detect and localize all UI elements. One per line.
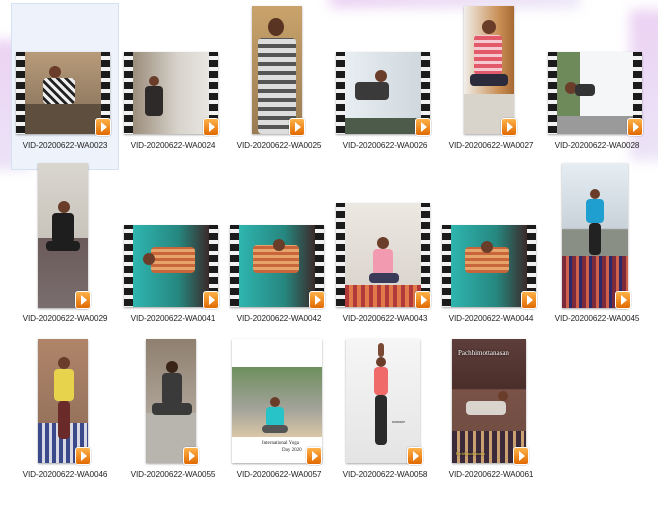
file-name-label: VID-20200622-WA0028: [554, 141, 640, 150]
video-thumbnail: [38, 163, 88, 308]
film-strip-left: [124, 225, 133, 307]
play-icon: [203, 291, 219, 309]
file-name-label: VID-20200622-WA0055: [130, 470, 216, 479]
play-icon: [627, 118, 643, 136]
film-strip-left: [230, 225, 239, 307]
video-thumbnail: Pachhimottanasan Pachhimottanasan: [452, 339, 526, 463]
file-item-wa0026[interactable]: VID-20200622-WA0026: [332, 4, 438, 169]
file-name-label: VID-20200622-WA0044: [448, 314, 534, 323]
play-icon: [203, 118, 219, 136]
file-item-wa0025[interactable]: VID-20200622-WA0025: [226, 4, 332, 169]
video-frame: [464, 6, 514, 134]
file-name-label: VID-20200622-WA0058: [342, 470, 428, 479]
play-icon: [75, 291, 91, 309]
thumb-caption-2: Day 2020: [282, 448, 302, 453]
play-icon: [75, 447, 91, 465]
film-strip-left: [16, 52, 25, 134]
video-thumbnail: International Yoga Day 2020: [232, 339, 322, 463]
file-item-wa0042[interactable]: VID-20200622-WA0042: [226, 177, 332, 342]
file-name-label: VID-20200622-WA0043: [342, 314, 428, 323]
file-name-label: VID-20200622-WA0026: [342, 141, 428, 150]
file-name-label: VID-20200622-WA0045: [554, 314, 640, 323]
video-frame: International Yoga Day 2020: [232, 339, 322, 463]
play-icon: [306, 447, 322, 465]
file-name-label: VID-20200622-WA0046: [22, 470, 108, 479]
file-item-wa0061[interactable]: Pachhimottanasan Pachhimottanasan VID-20…: [438, 333, 544, 498]
video-thumbnail: [146, 339, 196, 463]
video-frame: [25, 52, 101, 134]
file-item-wa0029[interactable]: VID-20200622-WA0029: [12, 163, 118, 342]
file-item-wa0055[interactable]: VID-20200622-WA0055: [120, 333, 226, 498]
play-icon: [183, 447, 199, 465]
file-item-wa0024[interactable]: VID-20200622-WA0024: [120, 4, 226, 169]
file-name-label: VID-20200622-WA0029: [22, 314, 108, 323]
play-icon: [309, 291, 325, 309]
thumb-footer-pachhimottanasan: Pachhimottanasan: [456, 451, 486, 456]
file-name-label: VID-20200622-WA0024: [130, 141, 216, 150]
thumb-title-pachhimottanasan: Pachhimottanasan: [458, 349, 509, 357]
file-name-label: VID-20200622-WA0057: [236, 470, 322, 479]
video-frame: [146, 339, 196, 463]
video-thumbnail: [38, 339, 88, 463]
play-icon: [95, 118, 111, 136]
file-item-wa0045[interactable]: VID-20200622-WA0045: [544, 163, 650, 342]
thumb-caption-namaste: namaste: [392, 419, 406, 424]
video-thumbnail: namaste: [346, 339, 420, 463]
thumb-caption-1: International Yoga: [262, 441, 299, 446]
file-item-wa0046[interactable]: VID-20200622-WA0046: [12, 333, 118, 498]
file-name-label: VID-20200622-WA0025: [236, 141, 322, 150]
video-frame: [562, 163, 628, 308]
film-strip-left: [336, 203, 345, 307]
file-item-wa0027[interactable]: VID-20200622-WA0027: [438, 4, 544, 169]
play-icon: [415, 291, 431, 309]
video-frame: [557, 52, 633, 134]
file-item-wa0058[interactable]: namaste VID-20200622-WA0058: [332, 333, 438, 498]
video-frame: [38, 163, 88, 308]
play-icon: [521, 291, 537, 309]
video-frame: [345, 52, 421, 134]
play-icon: [289, 118, 305, 136]
film-strip-left: [336, 52, 345, 134]
file-item-wa0057[interactable]: International Yoga Day 2020 VID-20200622…: [226, 333, 332, 498]
video-frame: [451, 225, 527, 307]
video-thumbnail: [464, 6, 514, 134]
film-strip-left: [548, 52, 557, 134]
video-frame: [345, 203, 421, 307]
film-strip-left: [124, 52, 133, 134]
play-icon: [513, 447, 529, 465]
file-name-label: VID-20200622-WA0041: [130, 314, 216, 323]
file-item-wa0043[interactable]: VID-20200622-WA0043: [332, 177, 438, 342]
video-frame: namaste: [346, 339, 420, 463]
video-frame: [38, 339, 88, 463]
play-icon: [415, 118, 431, 136]
file-name-label: VID-20200622-WA0042: [236, 314, 322, 323]
file-name-label: VID-20200622-WA0027: [448, 141, 534, 150]
video-frame: Pachhimottanasan Pachhimottanasan: [452, 339, 526, 463]
play-icon: [407, 447, 423, 465]
file-item-wa0041[interactable]: VID-20200622-WA0041: [120, 177, 226, 342]
video-frame: [133, 52, 209, 134]
video-frame: [133, 225, 209, 307]
video-frame: [239, 225, 315, 307]
video-thumbnail: [252, 6, 302, 134]
film-strip-left: [442, 225, 451, 307]
file-name-label: VID-20200622-WA0023: [22, 141, 108, 150]
file-item-wa0028[interactable]: VID-20200622-WA0028: [544, 4, 650, 169]
file-item-wa0044[interactable]: VID-20200622-WA0044: [438, 177, 544, 342]
file-name-label: VID-20200622-WA0061: [448, 470, 534, 479]
video-thumbnail: [562, 163, 628, 308]
play-icon: [615, 291, 631, 309]
video-frame: [252, 6, 302, 134]
play-icon: [501, 118, 517, 136]
file-item-wa0023[interactable]: VID-20200622-WA0023: [11, 3, 119, 170]
